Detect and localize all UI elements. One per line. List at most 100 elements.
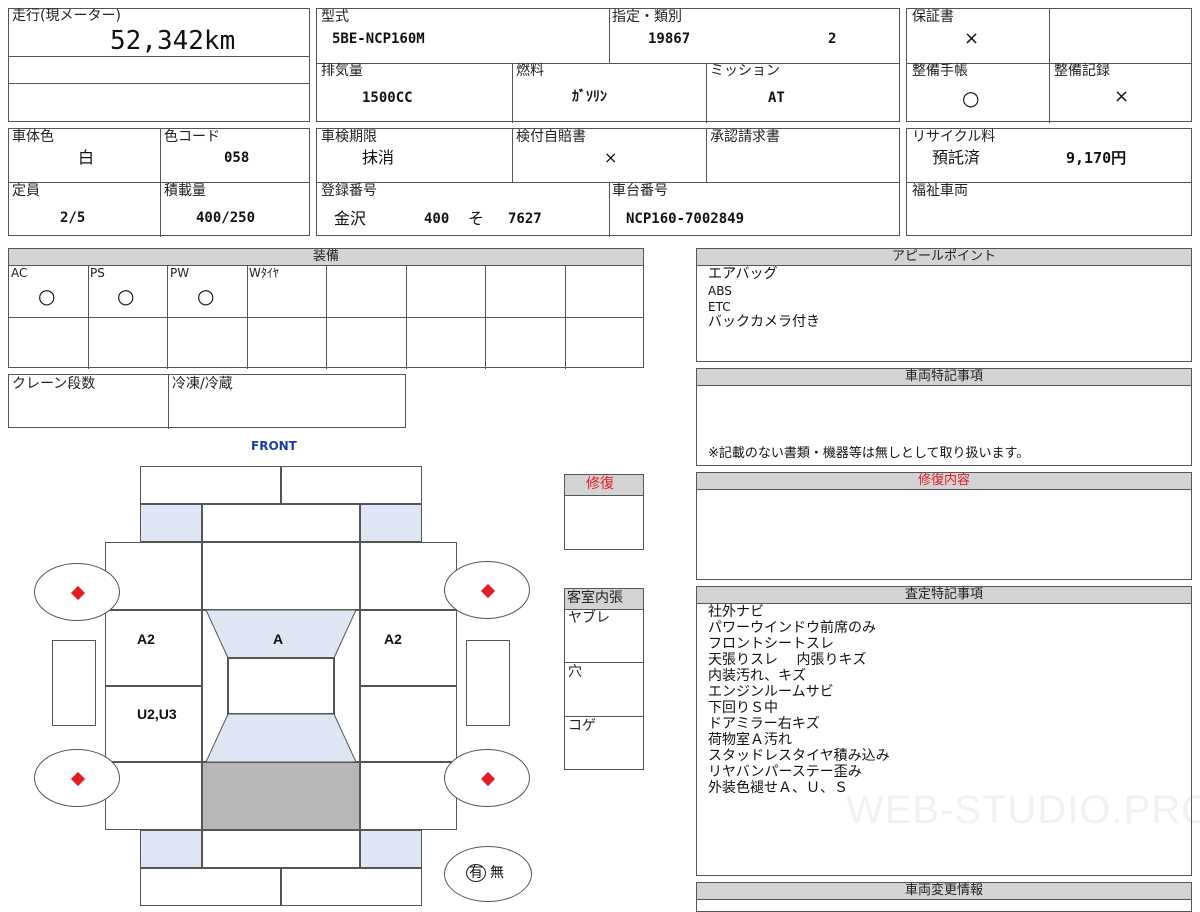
right-fender — [360, 542, 457, 610]
rear-right-wheel-marker — [480, 771, 496, 787]
front-bumper-left — [140, 466, 281, 504]
left-fender — [105, 542, 202, 610]
rear-left-wheel-marker — [70, 771, 86, 787]
color-code-value: 058 — [224, 150, 250, 166]
approval-label: 承認請求書 — [710, 129, 780, 145]
left-panel-grade: A2 — [137, 631, 155, 647]
warranty-label: 保証書 — [912, 9, 954, 25]
appeal-line: ABS — [708, 284, 732, 298]
transmission-label: ミッション — [710, 63, 780, 79]
roof — [227, 657, 335, 715]
maintenance-book-label: 整備手帳 — [912, 63, 968, 79]
appeal-line: エアバッグ — [708, 266, 778, 282]
class-value: 2 — [828, 31, 837, 47]
rear-right-wheel — [444, 749, 530, 807]
assessment-line: パワーウインドウ前席のみ — [708, 620, 876, 636]
assessment-line: 社外ナビ — [708, 604, 764, 620]
equip-ps-value: ○ — [117, 284, 135, 308]
assessment-header: 査定特記事項 — [697, 587, 1191, 604]
body-color-label: 車体色 — [12, 129, 54, 145]
vehicle-notes-header: 車両特記事項 — [697, 369, 1191, 386]
right-rear-door — [360, 686, 457, 762]
displacement-value: 1500CC — [362, 90, 413, 106]
rear-bumper-right — [281, 868, 422, 906]
repair-label: 修復 — [586, 476, 614, 492]
left-quarter — [105, 762, 202, 830]
none-label: 無 — [490, 865, 504, 881]
left-rear-door — [105, 686, 202, 762]
recycle-amount: 9,170円 — [1066, 149, 1127, 167]
recycle-label: リサイクル料 — [912, 129, 996, 145]
registration-num: 400 — [424, 211, 450, 227]
appeal-line: バックカメラ付き — [708, 314, 820, 330]
assessment-line: 荷物室Ａ汚れ — [708, 732, 792, 748]
inspection-block — [316, 128, 900, 237]
assessment-line: 内装汚れ、キズ — [708, 668, 807, 684]
registration-kana: そ — [468, 209, 485, 228]
designation-label: 指定・類別 — [612, 9, 682, 25]
presence-indicator — [444, 846, 532, 902]
front-left-wheel — [34, 563, 120, 621]
front-right-corner — [360, 504, 422, 542]
right-panel-grade: A2 — [384, 631, 402, 647]
hood — [202, 542, 360, 610]
rear-left-corner — [140, 830, 202, 868]
warranty-value: × — [964, 28, 980, 49]
assessment-line: ドアミラー右キズ — [708, 716, 820, 732]
equip-pw-label: PW — [170, 266, 190, 280]
hood-front — [202, 504, 360, 542]
transmission-value: AT — [768, 90, 785, 106]
color-code-label: 色コード — [164, 129, 220, 145]
model-label: 型式 — [321, 9, 349, 25]
front-right-wheel — [444, 561, 530, 619]
vehicle-notes-footnote: ※記載のない書類・機器等は無しとして取り扱います。 — [708, 446, 1030, 461]
left-mirror — [52, 640, 96, 726]
registration-label: 登録番号 — [321, 183, 377, 199]
registration-no: 7627 — [508, 211, 542, 227]
front-left-wheel-marker — [70, 585, 86, 601]
watermark: WEB-STUDIO.PRO — [846, 788, 1200, 832]
change-info-header: 車両変更情報 — [697, 883, 1191, 900]
repair-content-header: 修復内容 — [697, 473, 1191, 490]
roof-panel-grade: A — [273, 631, 284, 647]
chassis-label: 車台番号 — [612, 183, 668, 199]
inspection-label: 車検期限 — [321, 129, 377, 145]
rear-center — [202, 830, 360, 868]
equip-wtire-label: Wﾀｲﾔ — [249, 266, 279, 280]
model-value: 5BE-NCP160M — [332, 31, 425, 47]
front-left-corner — [140, 504, 202, 542]
equip-ac-label: AC — [11, 266, 28, 280]
equip-pw-value: ○ — [197, 284, 215, 308]
assessment-line: リヤバンパーステー歪み — [708, 764, 862, 780]
equip-ps-label: PS — [90, 266, 105, 280]
has-label: 有 — [466, 864, 486, 882]
welfare-label: 福祉車両 — [912, 183, 968, 199]
assessment-line: フロントシートスレ — [708, 636, 834, 652]
insurance-value: × — [604, 148, 618, 167]
assessment-line: 天張りスレ 内張りキズ — [708, 652, 867, 668]
fuel-label: 燃料 — [516, 63, 544, 79]
insurance-label: 検付自賠書 — [516, 129, 586, 145]
assessment-line: 下回りＳ中 — [708, 700, 778, 716]
rear-bumper-left — [140, 868, 281, 906]
load-label: 積載量 — [164, 183, 206, 199]
equipment-header: 装備 — [9, 249, 643, 266]
freezer-label: 冷凍/冷蔵 — [172, 376, 233, 392]
interior-header: 客室内張 — [567, 590, 623, 606]
change-info-panel: 車両変更情報 — [696, 882, 1192, 912]
interior-row: ヤブレ — [568, 610, 610, 626]
rear-right-corner — [360, 830, 422, 868]
load-value: 400/250 — [196, 210, 256, 226]
front-bumper-right — [281, 466, 422, 504]
body-color-value: 白 — [78, 148, 95, 167]
equip-ac-value: ○ — [38, 284, 56, 308]
maintenance-book-value: ○ — [962, 86, 980, 110]
displacement-label: 排気量 — [321, 63, 363, 79]
front-right-wheel-marker — [480, 583, 496, 599]
rear-left-wheel — [34, 749, 120, 807]
left-front-door — [105, 610, 202, 686]
assessment-line: スタッドレスタイヤ積み込み — [708, 748, 890, 764]
registration-city: 金沢 — [334, 209, 367, 228]
assessment-line: エンジンルームサビ — [708, 684, 834, 700]
mileage-value: 52,342km — [110, 26, 236, 56]
